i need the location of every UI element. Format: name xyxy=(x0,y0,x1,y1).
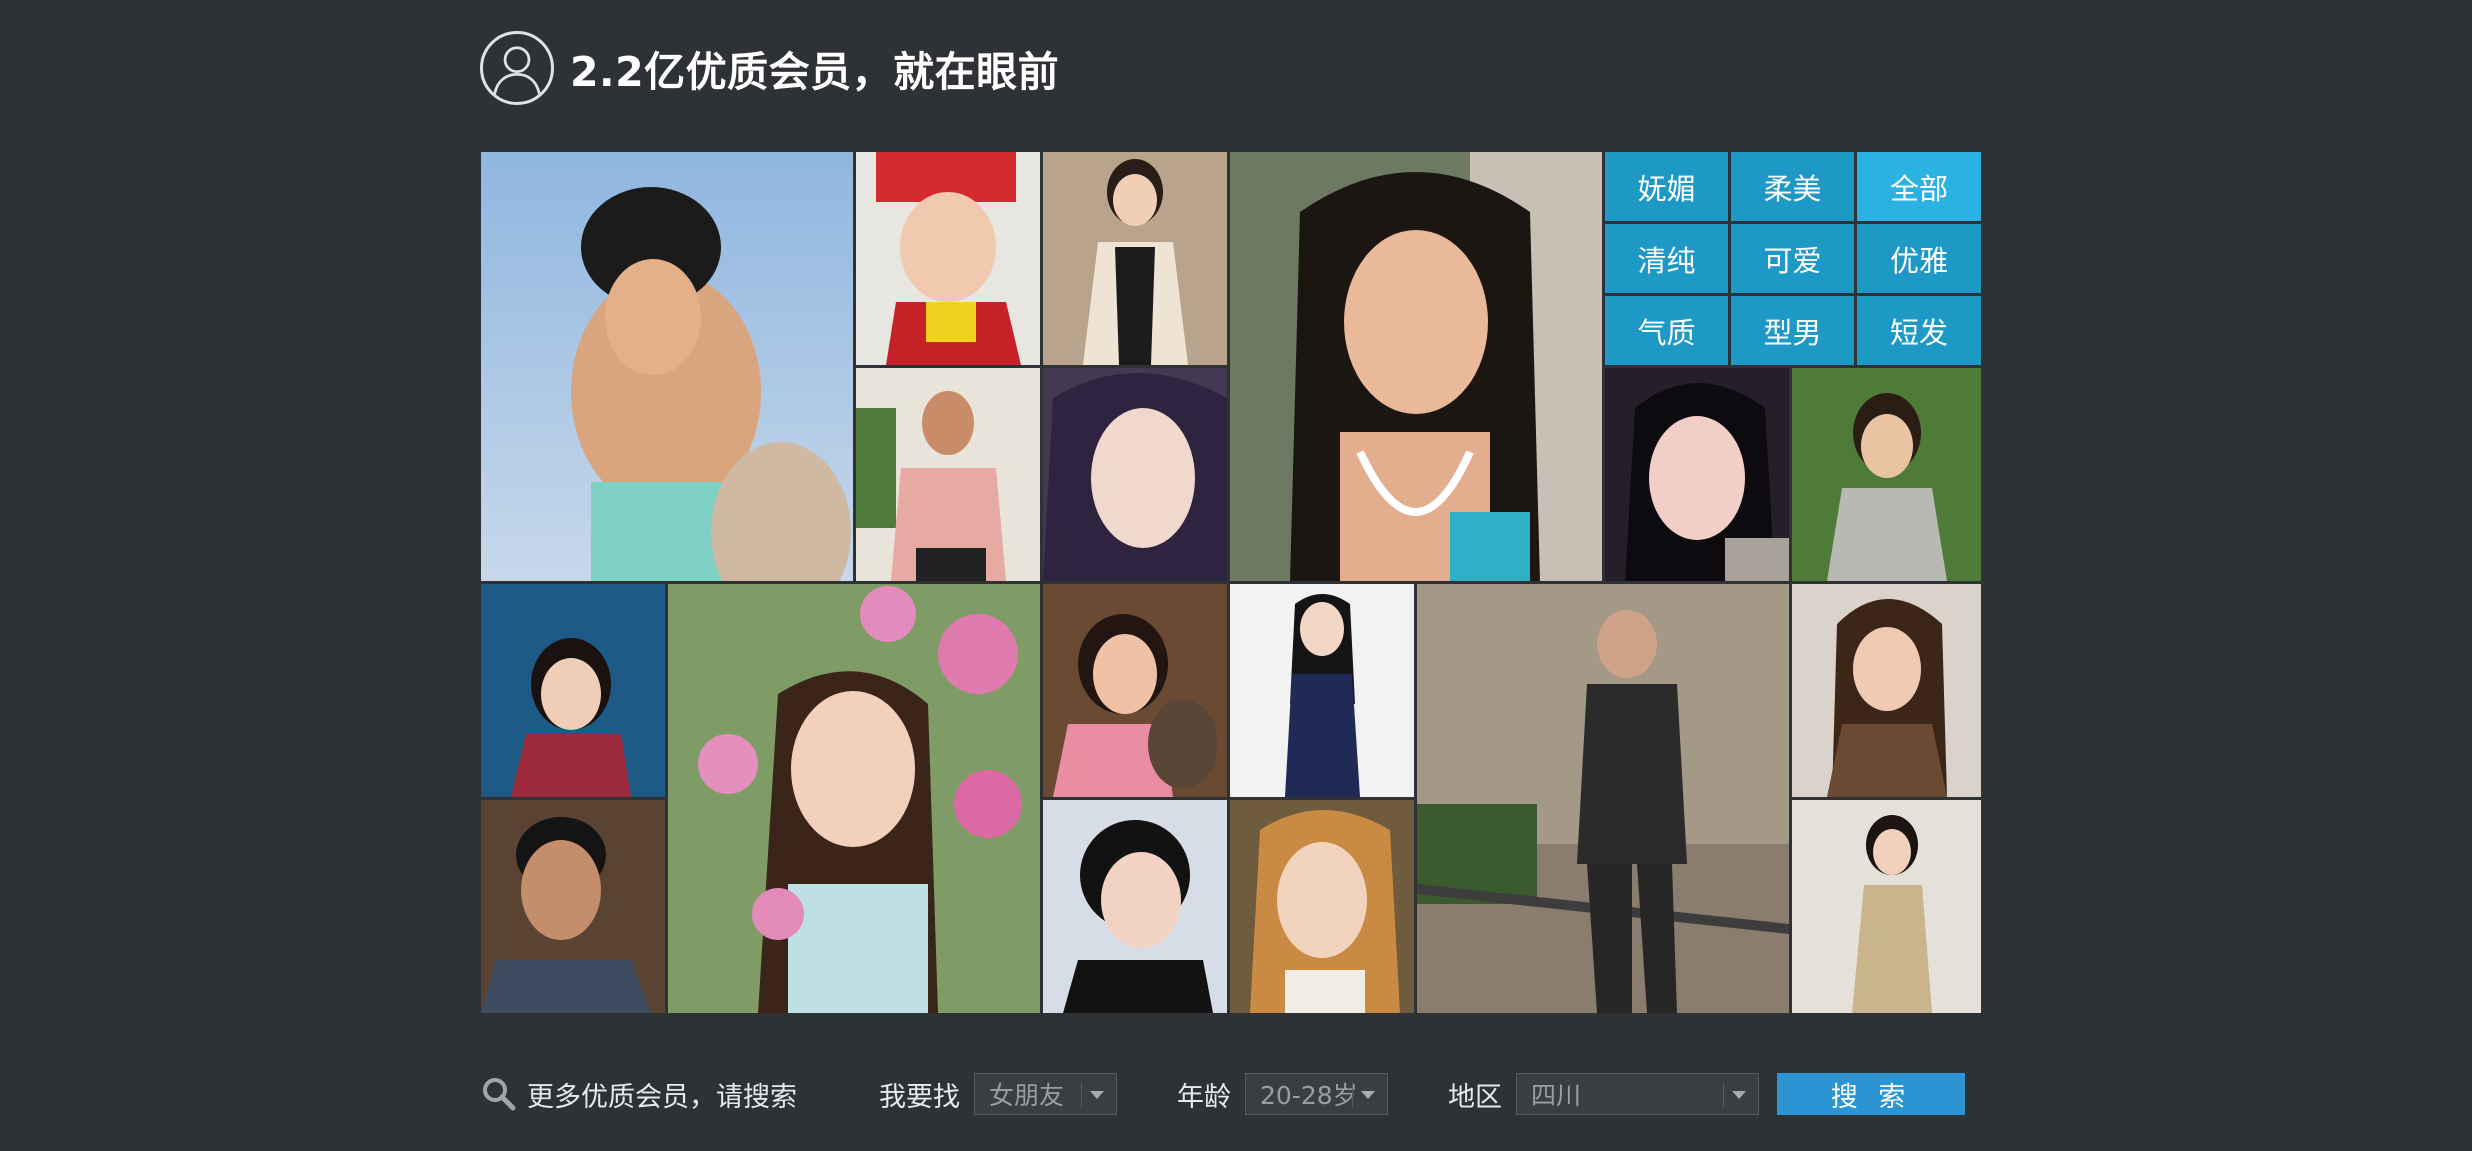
page-title: 2.2亿优质会员，就在眼前 xyxy=(570,48,1060,96)
member-photo[interactable] xyxy=(1230,800,1414,1013)
member-photo[interactable] xyxy=(1417,584,1789,1013)
search-bar: 更多优质会员，请搜索 我要找 女朋友 年龄 20-28岁 地区 四川 搜 索 xyxy=(481,1070,1981,1118)
tag-temperament[interactable]: 气质 xyxy=(1605,296,1728,365)
member-photo[interactable] xyxy=(1043,152,1227,365)
member-photo[interactable] xyxy=(668,584,1040,1013)
select-divider xyxy=(1352,1082,1353,1108)
tag-short-hair[interactable]: 短发 xyxy=(1857,296,1981,365)
member-photo[interactable] xyxy=(1792,800,1981,1013)
member-photo[interactable] xyxy=(481,584,665,797)
member-photo[interactable] xyxy=(481,152,853,581)
tag-gentle[interactable]: 柔美 xyxy=(1731,152,1854,221)
tag-elegant[interactable]: 优雅 xyxy=(1857,224,1981,293)
search-icon xyxy=(483,1078,516,1111)
tag-all[interactable]: 全部 xyxy=(1857,152,1981,221)
search-button[interactable]: 搜 索 xyxy=(1777,1073,1965,1115)
member-photo[interactable] xyxy=(1043,368,1227,581)
chevron-down-icon xyxy=(1361,1091,1375,1099)
tag-pure[interactable]: 清纯 xyxy=(1605,224,1728,293)
search-hint: 更多优质会员，请搜索 xyxy=(527,1081,797,1113)
chevron-down-icon xyxy=(1732,1091,1746,1099)
member-photo[interactable] xyxy=(1605,368,1789,581)
seek-select-value: 女朋友 xyxy=(989,1081,1065,1110)
chevron-down-icon xyxy=(1090,1091,1104,1099)
member-photo[interactable] xyxy=(1230,584,1414,797)
age-select-value: 20-28岁 xyxy=(1260,1081,1358,1110)
tag-cute[interactable]: 可爱 xyxy=(1731,224,1854,293)
select-divider xyxy=(1723,1082,1724,1108)
age-label: 年龄 xyxy=(1177,1081,1231,1113)
region-label: 地区 xyxy=(1448,1081,1502,1113)
select-divider xyxy=(1081,1082,1082,1108)
member-photo[interactable] xyxy=(1792,368,1981,581)
member-photo[interactable] xyxy=(1043,584,1227,797)
tag-charming[interactable]: 妩媚 xyxy=(1605,152,1728,221)
region-select[interactable]: 四川 xyxy=(1516,1073,1759,1115)
member-photo-grid: 妩媚 柔美 全部 清纯 可爱 优雅 气质 型男 短发 xyxy=(481,152,1981,1013)
region-select-value: 四川 xyxy=(1531,1081,1582,1110)
member-photo[interactable] xyxy=(1043,800,1227,1013)
member-photo[interactable] xyxy=(856,152,1040,365)
member-photo[interactable] xyxy=(1792,584,1981,797)
seek-label: 我要找 xyxy=(879,1081,960,1113)
user-outline-icon xyxy=(480,31,554,105)
age-select[interactable]: 20-28岁 xyxy=(1245,1073,1388,1115)
member-photo[interactable] xyxy=(481,800,665,1013)
page-header: 2.2亿优质会员，就在眼前 xyxy=(480,28,1059,108)
seek-select[interactable]: 女朋友 xyxy=(974,1073,1117,1115)
member-photo[interactable] xyxy=(856,368,1040,581)
tag-handsome-men[interactable]: 型男 xyxy=(1731,296,1854,365)
member-photo[interactable] xyxy=(1230,152,1602,581)
